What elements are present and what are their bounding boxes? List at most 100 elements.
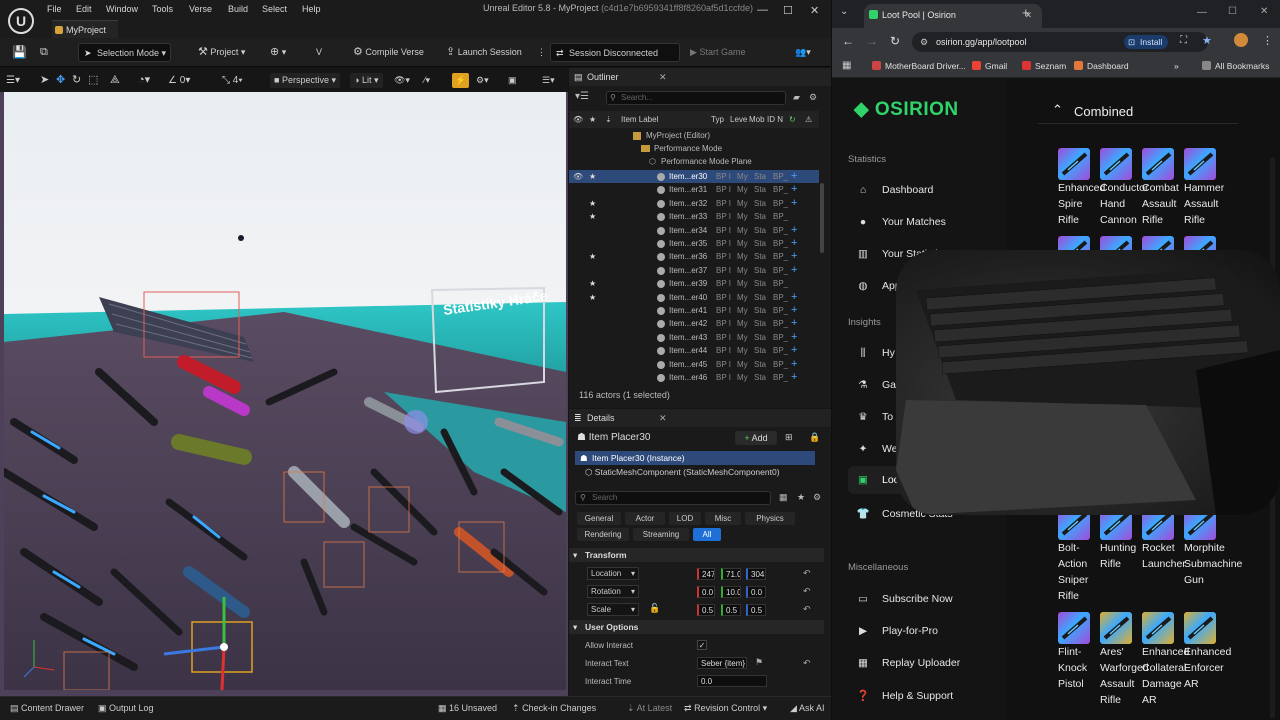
checkin-button[interactable]: ⇡ Check-in Changes — [512, 703, 596, 714]
scale-lock-icon[interactable]: 🔓 — [649, 603, 660, 614]
add-plus-icon[interactable]: + — [791, 170, 797, 183]
tree-item-performance-plane[interactable]: ⬡ Performance Mode Plane — [569, 155, 819, 168]
menu-file[interactable]: File — [47, 4, 62, 14]
show-flags-icon[interactable]: 👁▾ — [394, 73, 410, 88]
favorite-icon[interactable]: ★ — [797, 492, 805, 503]
instance-row[interactable]: ☗ Item Placer30 (Instance) — [575, 451, 815, 465]
browser-maximize-icon[interactable]: ☐ — [1228, 6, 1237, 17]
add-plus-icon[interactable]: + — [791, 358, 797, 371]
scale-x-field[interactable]: 0.5 — [697, 604, 715, 616]
forward-icon[interactable]: → — [866, 34, 878, 48]
column-id[interactable]: ID N — [767, 111, 783, 128]
loot-item-name[interactable]: Bolt- Action Sniper Rifle — [1058, 540, 1102, 604]
browser-tab-lootpool[interactable]: Loot Pool | Osirion ✕ — [864, 4, 1042, 28]
translate-tool-icon[interactable]: ✥ — [56, 73, 65, 88]
rotation-x-field[interactable]: 0.0 — [697, 586, 715, 598]
level-viewport[interactable]: ☰▾ ➤ ✥ ↻ ⬚ ⟁ ◔▾ ∠ 0▾ ⤡ 4▾ ■ Perspective … — [0, 68, 568, 696]
loot-item-name[interactable]: Ares' Warforged Assault Rifle — [1100, 644, 1149, 708]
outliner-settings-icon[interactable]: ⚙ — [809, 92, 817, 103]
nav-help-support[interactable]: ❓ Help & Support — [856, 689, 953, 702]
filter-misc[interactable]: Misc — [705, 512, 741, 525]
nav-dashboard[interactable]: ⌂ Dashboard — [856, 184, 934, 196]
new-tab-icon[interactable]: + — [1022, 5, 1030, 20]
scale-z-field[interactable]: 0.5 — [746, 604, 766, 616]
perspective-dropdown[interactable]: ■ Perspective ▾ — [270, 73, 341, 88]
add-plus-icon[interactable]: + — [791, 371, 797, 384]
content-browse-icon[interactable]: ⧉ — [40, 43, 48, 62]
outliner-row[interactable]: 👁 ★ Item...er30 BP I My Sta BP_ + — [569, 170, 819, 184]
menu-build[interactable]: Build — [228, 4, 248, 14]
bookmark-motherboard[interactable]: MotherBoard Driver... — [872, 61, 966, 71]
profile-avatar[interactable] — [1234, 33, 1248, 47]
rotation-dropdown[interactable]: Rotation ▾ — [587, 585, 639, 598]
loot-item-icon[interactable] — [1142, 148, 1174, 180]
location-dropdown[interactable]: Location ▾ — [587, 567, 639, 580]
add-plus-icon[interactable]: + — [791, 183, 797, 196]
favorite-star-icon[interactable]: ★ — [589, 210, 596, 223]
add-plus-icon[interactable]: + — [791, 264, 797, 277]
outliner-close-icon[interactable]: ✕ — [659, 68, 667, 86]
filter-physics[interactable]: Physics — [745, 512, 795, 525]
menu-window[interactable]: Window — [106, 4, 138, 14]
filter-streaming[interactable]: Streaming — [633, 528, 689, 541]
session-status[interactable]: ⇄ Session Disconnected — [550, 43, 680, 62]
column-item-label[interactable]: Item Label — [621, 111, 658, 128]
unsaved-button[interactable]: ▦ 16 Unsaved — [438, 703, 497, 714]
nav-we[interactable]: ✦ We — [856, 443, 898, 455]
outliner-row[interactable]: Item...er46 BP I My Sta BP_ + — [569, 371, 819, 384]
add-content-dropdown[interactable]: ⊕ ▾ — [270, 43, 286, 62]
details-close-icon[interactable]: ✕ — [659, 409, 667, 427]
loot-item-icon[interactable] — [1100, 148, 1132, 180]
interact-time-field[interactable]: 0.0 — [697, 675, 767, 687]
location-z-field[interactable]: 304 — [746, 568, 766, 580]
outliner-row[interactable]: Item...er44 BP I My Sta BP_ + — [569, 344, 819, 357]
outliner-row[interactable]: Item...er42 BP I My Sta BP_ + — [569, 317, 819, 330]
viewport-menu-icon[interactable]: ☰▾ — [6, 73, 20, 88]
combined-section-header[interactable]: ⌃ Combined — [1038, 94, 1238, 124]
details-search-input[interactable]: ⚲ Search — [575, 491, 771, 505]
loot-item-icon[interactable] — [1184, 612, 1216, 644]
filter-lod[interactable]: LOD — [669, 512, 701, 525]
location-x-field[interactable]: 247 — [697, 568, 715, 580]
outliner-row[interactable]: Item...er35 BP I My Sta BP_ + — [569, 237, 819, 250]
loot-item-icon[interactable] — [1058, 148, 1090, 180]
tree-item-performance-mode[interactable]: Performance Mode — [569, 142, 819, 155]
bookmark-gmail[interactable]: Gmail — [972, 61, 1007, 71]
more-options-icon[interactable]: ⋮ — [537, 43, 546, 62]
favorite-star-icon[interactable]: ★ — [589, 250, 596, 263]
scale-tool-icon[interactable]: ⬚ — [88, 73, 98, 88]
outliner-row[interactable]: ★ Item...er32 BP I My Sta BP_ + — [569, 197, 819, 210]
lock-icon[interactable]: 🔒 — [809, 432, 820, 443]
scale-snap-toggle[interactable]: ⤡ 4▾ — [222, 73, 243, 88]
osirion-logo[interactable]: ◆ OSIRION — [854, 98, 959, 121]
tree-item-myproject[interactable]: MyProject (Editor) — [569, 129, 819, 142]
settings-icon[interactable]: ⚙▾ — [476, 73, 489, 88]
coordinate-space-icon[interactable]: ⟁ — [110, 73, 120, 88]
nav-app[interactable]: ◍ App — [856, 280, 900, 292]
nav-replay-uploader[interactable]: ▦ Replay Uploader — [856, 657, 960, 669]
menu-select[interactable]: Select — [262, 4, 287, 14]
loot-item-name[interactable]: Enhanced Enforcer AR — [1184, 644, 1231, 692]
add-component-button[interactable]: + Add — [735, 431, 777, 445]
loot-item-name[interactable]: Enhanced Collateral Damage AR — [1142, 644, 1189, 708]
outliner-row[interactable]: Item...er43 BP I My Sta BP_ + — [569, 331, 819, 344]
menu-tools[interactable]: Tools — [152, 4, 173, 14]
maximize-icon[interactable]: ☐ — [783, 4, 793, 17]
filter-all[interactable]: All — [693, 528, 721, 541]
add-plus-icon[interactable]: + — [791, 317, 797, 330]
project-dropdown[interactable]: ⚒ Project ▾ — [198, 43, 245, 62]
nav-to[interactable]: ♛ To — [856, 411, 893, 423]
loot-item-name[interactable]: Enhanced Spire Rifle — [1058, 180, 1105, 228]
site-info-icon[interactable]: ⚙ — [920, 32, 928, 52]
start-game-button[interactable]: ▶ Start Game — [690, 43, 745, 62]
details-settings-icon[interactable]: ⚙ — [813, 492, 821, 503]
users-icon[interactable]: 👥▾ — [795, 43, 811, 62]
loot-item-name[interactable]: Conductor Hand Cannon — [1100, 180, 1148, 228]
scalability-icon[interactable]: ⁄▾ — [424, 73, 430, 88]
all-bookmarks-button[interactable]: All Bookmarks — [1202, 61, 1269, 71]
add-plus-icon[interactable]: + — [791, 331, 797, 344]
outliner-search-input[interactable]: ⚲ Search... — [606, 91, 786, 105]
outliner-scrollbar[interactable] — [820, 183, 824, 253]
selection-mode-dropdown[interactable]: ➤ Selection Mode ▾ — [78, 43, 171, 62]
reset-location-icon[interactable]: ↶ — [803, 568, 811, 579]
